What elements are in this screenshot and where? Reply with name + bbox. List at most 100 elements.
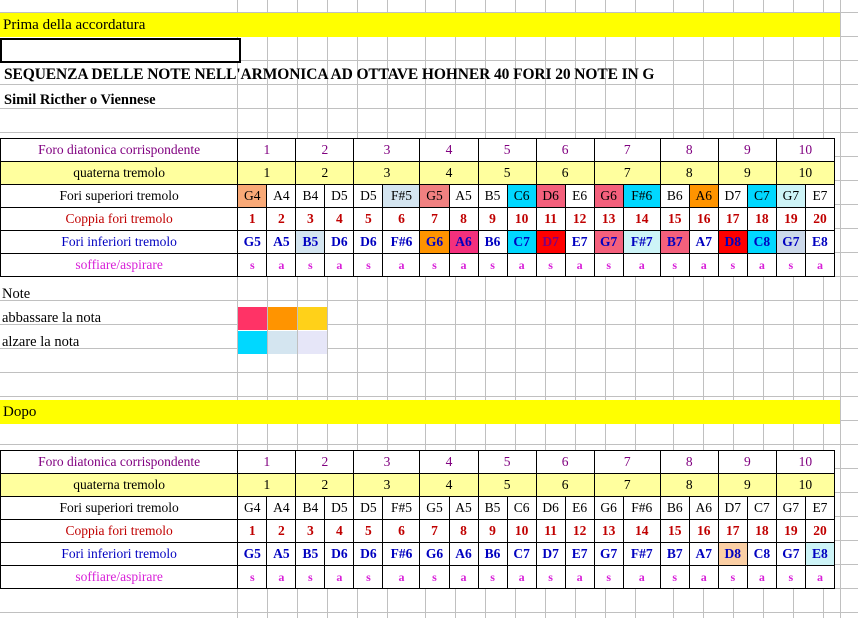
cell-breath-3[interactable]: s — [295, 565, 326, 589]
cell-upper-note-17[interactable]: D7 — [717, 184, 748, 208]
cell-upper-note-20[interactable]: E7 — [804, 184, 836, 208]
cell-upper-note-19[interactable]: G7 — [775, 496, 806, 520]
cell-upper-note-2[interactable]: A4 — [266, 496, 297, 520]
cell-breath-20[interactable]: a — [804, 565, 836, 589]
cell-lower-note-13[interactable]: G7 — [593, 230, 624, 254]
cell-hole-pair-17[interactable]: 17 — [717, 207, 748, 231]
cell-breath-1[interactable]: s — [237, 253, 268, 277]
cell-breath-14[interactable]: a — [622, 565, 661, 589]
cell-upper-note-6[interactable]: F#5 — [382, 496, 421, 520]
cell-hole-pair-19[interactable]: 19 — [775, 519, 806, 543]
cell-lower-note-19[interactable]: G7 — [775, 230, 806, 254]
cell-quaterna-7[interactable]: 7 — [593, 161, 661, 185]
cell-upper-note-7[interactable]: G5 — [419, 184, 450, 208]
cell-breath-5[interactable]: s — [353, 565, 384, 589]
cell-hole-pair-10[interactable]: 10 — [506, 207, 537, 231]
cell-hole-pair-15[interactable]: 15 — [659, 519, 690, 543]
cell-hole-pair-7[interactable]: 7 — [419, 207, 450, 231]
cell-quaterna-9[interactable]: 9 — [717, 161, 777, 185]
cell-hole-pair-18[interactable]: 18 — [746, 207, 777, 231]
cell-quaterna-3[interactable]: 3 — [353, 161, 421, 185]
cell-upper-note-8[interactable]: A5 — [448, 496, 479, 520]
cell-breath-5[interactable]: s — [353, 253, 384, 277]
cell-quaterna-5[interactable]: 5 — [477, 161, 537, 185]
cell-upper-note-14[interactable]: F#6 — [622, 496, 661, 520]
cell-hole-pair-6[interactable]: 6 — [382, 207, 421, 231]
cell-hole-pair-9[interactable]: 9 — [477, 519, 508, 543]
legend-swatch-raise-3[interactable] — [298, 331, 327, 354]
cell-lower-note-10[interactable]: C7 — [506, 230, 537, 254]
cell-diatonic-7[interactable]: 7 — [593, 450, 661, 474]
cell-upper-note-9[interactable]: B5 — [477, 496, 508, 520]
cell-quaterna-10[interactable]: 10 — [775, 473, 836, 497]
cell-upper-note-13[interactable]: G6 — [593, 184, 624, 208]
cell-upper-note-18[interactable]: C7 — [746, 184, 777, 208]
cell-hole-pair-11[interactable]: 11 — [535, 519, 566, 543]
cell-hole-pair-14[interactable]: 14 — [622, 519, 661, 543]
cell-upper-note-15[interactable]: B6 — [659, 184, 690, 208]
cell-upper-note-8[interactable]: A5 — [448, 184, 479, 208]
cell-quaterna-1[interactable]: 1 — [237, 161, 297, 185]
cell-upper-note-5[interactable]: D5 — [353, 496, 384, 520]
cell-breath-14[interactable]: a — [622, 253, 661, 277]
cell-hole-pair-5[interactable]: 5 — [353, 207, 384, 231]
cell-upper-note-7[interactable]: G5 — [419, 496, 450, 520]
cell-diatonic-6[interactable]: 6 — [535, 450, 595, 474]
cell-lower-note-5[interactable]: D6 — [353, 542, 384, 566]
cell-breath-4[interactable]: a — [324, 253, 355, 277]
cell-breath-20[interactable]: a — [804, 253, 836, 277]
cell-quaterna-10[interactable]: 10 — [775, 161, 836, 185]
cell-hole-pair-11[interactable]: 11 — [535, 207, 566, 231]
cell-upper-note-1[interactable]: G4 — [237, 496, 268, 520]
cell-diatonic-9[interactable]: 9 — [717, 138, 777, 162]
cell-lower-note-19[interactable]: G7 — [775, 542, 806, 566]
cell-quaterna-8[interactable]: 8 — [659, 473, 719, 497]
cell-breath-8[interactable]: a — [448, 253, 479, 277]
cell-quaterna-6[interactable]: 6 — [535, 473, 595, 497]
cell-hole-pair-19[interactable]: 19 — [775, 207, 806, 231]
cell-upper-note-9[interactable]: B5 — [477, 184, 508, 208]
cell-lower-note-11[interactable]: D7 — [535, 230, 566, 254]
cell-diatonic-4[interactable]: 4 — [419, 450, 479, 474]
cell-hole-pair-2[interactable]: 2 — [266, 519, 297, 543]
cell-upper-note-16[interactable]: A6 — [688, 184, 719, 208]
cell-upper-note-2[interactable]: A4 — [266, 184, 297, 208]
cell-hole-pair-12[interactable]: 12 — [564, 519, 595, 543]
cell-breath-13[interactable]: s — [593, 565, 624, 589]
cell-lower-note-18[interactable]: C8 — [746, 542, 777, 566]
cell-diatonic-9[interactable]: 9 — [717, 450, 777, 474]
cell-breath-15[interactable]: s — [659, 565, 690, 589]
cell-lower-note-9[interactable]: B6 — [477, 230, 508, 254]
cell-diatonic-2[interactable]: 2 — [295, 450, 355, 474]
cell-quaterna-7[interactable]: 7 — [593, 473, 661, 497]
cell-quaterna-9[interactable]: 9 — [717, 473, 777, 497]
legend-swatch-raise-2[interactable] — [268, 331, 297, 354]
cell-breath-1[interactable]: s — [237, 565, 268, 589]
cell-hole-pair-7[interactable]: 7 — [419, 519, 450, 543]
cell-diatonic-8[interactable]: 8 — [659, 450, 719, 474]
cell-breath-16[interactable]: a — [688, 253, 719, 277]
cell-breath-12[interactable]: a — [564, 253, 595, 277]
cell-hole-pair-12[interactable]: 12 — [564, 207, 595, 231]
cell-breath-11[interactable]: s — [535, 253, 566, 277]
cell-lower-note-10[interactable]: C7 — [506, 542, 537, 566]
cell-hole-pair-18[interactable]: 18 — [746, 519, 777, 543]
cell-lower-note-16[interactable]: A7 — [688, 230, 719, 254]
cell-upper-note-5[interactable]: D5 — [353, 184, 384, 208]
cell-breath-2[interactable]: a — [266, 253, 297, 277]
cell-lower-note-12[interactable]: E7 — [564, 230, 595, 254]
cell-upper-note-3[interactable]: B4 — [295, 184, 326, 208]
cell-diatonic-4[interactable]: 4 — [419, 138, 479, 162]
cell-hole-pair-4[interactable]: 4 — [324, 207, 355, 231]
cell-upper-note-12[interactable]: E6 — [564, 496, 595, 520]
cell-hole-pair-10[interactable]: 10 — [506, 519, 537, 543]
cell-breath-11[interactable]: s — [535, 565, 566, 589]
cell-hole-pair-3[interactable]: 3 — [295, 207, 326, 231]
cell-hole-pair-13[interactable]: 13 — [593, 519, 624, 543]
cell-upper-note-4[interactable]: D5 — [324, 496, 355, 520]
cell-upper-note-20[interactable]: E7 — [804, 496, 836, 520]
cell-lower-note-9[interactable]: B6 — [477, 542, 508, 566]
cell-lower-note-11[interactable]: D7 — [535, 542, 566, 566]
cell-breath-18[interactable]: a — [746, 565, 777, 589]
cell-lower-note-1[interactable]: G5 — [237, 230, 268, 254]
